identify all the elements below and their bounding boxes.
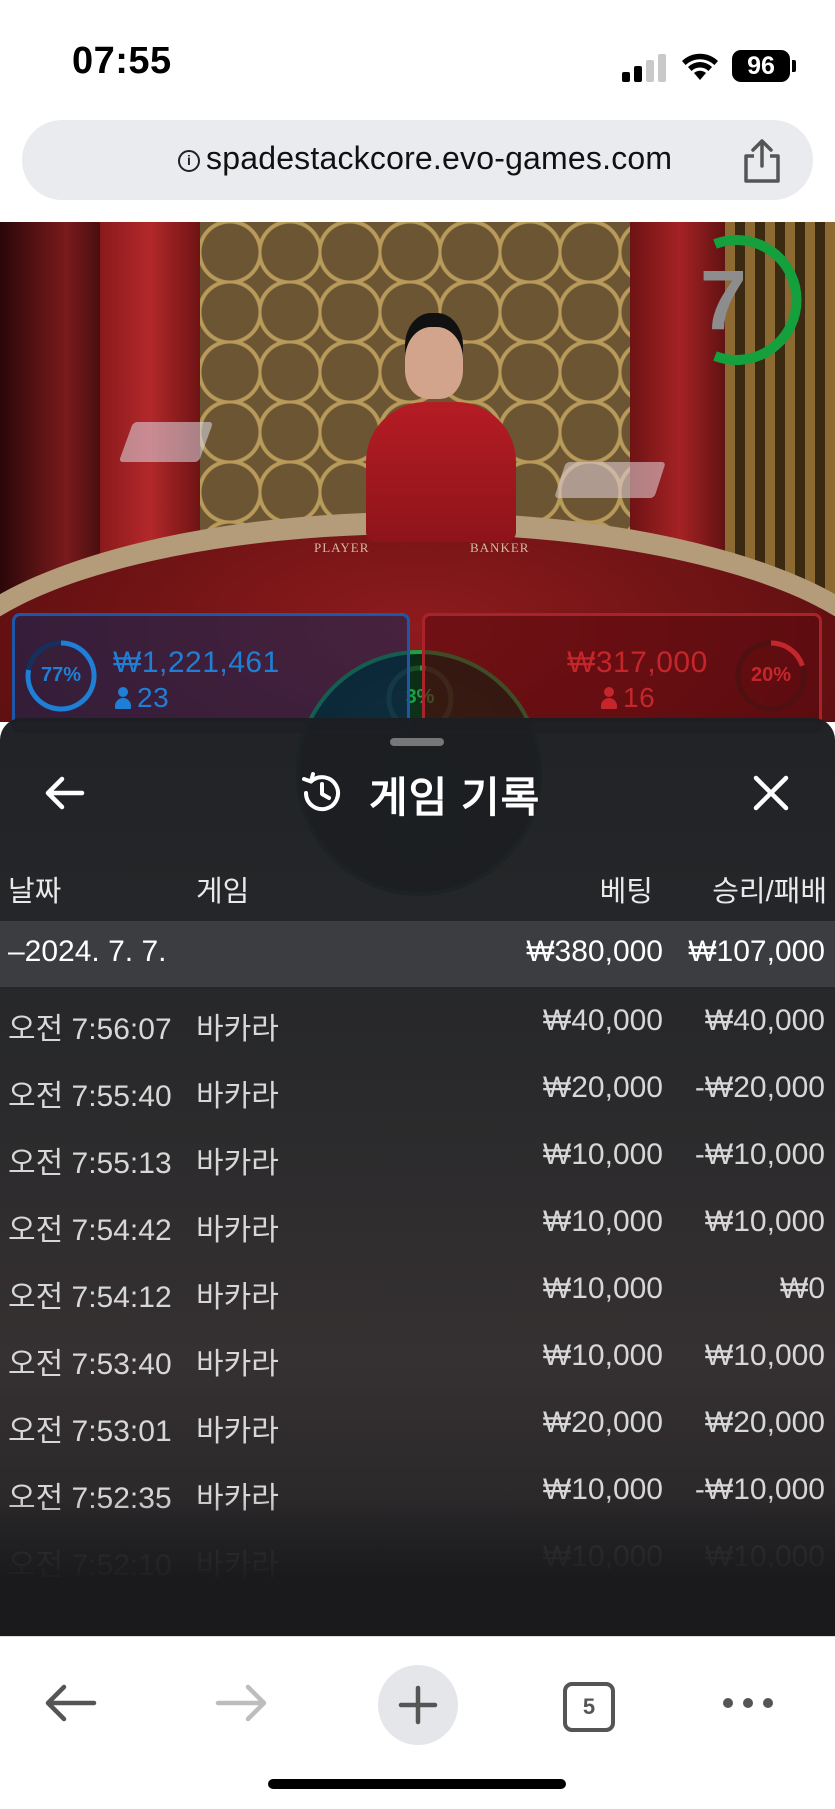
player-count-value: 23 xyxy=(137,682,170,713)
row-bet: ₩10,000 xyxy=(542,1138,663,1171)
row-bet: ₩10,000 xyxy=(542,1540,663,1573)
column-header-game: 게임 xyxy=(196,876,250,908)
bet-spot-banker[interactable]: 20% ₩317,000 16 xyxy=(422,613,822,733)
row-bet: ₩10,000 xyxy=(542,1272,663,1305)
row-winloss: ₩0 xyxy=(780,1272,825,1305)
row-winloss: ₩10,000 xyxy=(704,1205,825,1238)
address-bar[interactable]: i spadestackcore.evo-games.com xyxy=(22,120,813,200)
back-arrow-icon[interactable] xyxy=(40,768,90,818)
column-header-date: 날짜 xyxy=(8,876,62,908)
table-row[interactable]: 오전 7:54:42 바카라 ₩10,000 ₩10,000 xyxy=(0,1193,835,1259)
row-time: 오전 7:52:35 xyxy=(8,1482,172,1515)
row-time: 오전 7:54:42 xyxy=(8,1214,172,1247)
row-bet: ₩10,000 xyxy=(542,1473,663,1506)
row-game: 바카라 xyxy=(196,1549,279,1582)
banker-bettor-count: 16 xyxy=(601,682,655,714)
column-header-bet: 베팅 xyxy=(599,876,653,908)
row-time: 오전 7:55:40 xyxy=(8,1080,172,1113)
row-time: 오전 7:53:01 xyxy=(8,1415,172,1448)
table-row[interactable]: 오전 7:54:12 바카라 ₩10,000 ₩0 xyxy=(0,1260,835,1326)
player-total-amount: ₩1,221,461 xyxy=(113,646,280,679)
row-winloss: ₩20,000 xyxy=(704,1406,825,1439)
history-icon xyxy=(302,772,340,812)
date-group-bet-total: ₩380,000 xyxy=(526,935,663,968)
game-history-sheet: 게임 기록 날짜 게임 베팅 승리/패배 –2024. 7. 7. ₩380,0… xyxy=(0,718,835,1636)
row-time: 오전 7:56:07 xyxy=(8,1013,172,1046)
row-game: 바카라 xyxy=(196,1214,279,1247)
wifi-icon xyxy=(682,53,718,80)
cellular-signal-icon xyxy=(622,54,668,82)
info-icon[interactable]: i xyxy=(178,150,200,172)
row-time: 오전 7:52:10 xyxy=(8,1549,172,1582)
row-time: 오전 7:53:40 xyxy=(8,1348,172,1381)
sheet-title: 게임 기록 xyxy=(369,774,541,821)
dealer-head xyxy=(405,327,463,399)
row-bet: ₩20,000 xyxy=(542,1071,663,1104)
back-arrow-icon[interactable] xyxy=(42,1681,98,1725)
table-row[interactable]: 오전 7:53:01 바카라 ₩20,000 ₩20,000 xyxy=(0,1394,835,1460)
row-game: 바카라 xyxy=(196,1415,279,1448)
row-bet: ₩10,000 xyxy=(542,1339,663,1372)
plus-icon xyxy=(398,1685,438,1725)
url-text[interactable]: spadestackcore.evo-games.com xyxy=(206,140,672,177)
date-group-winloss-total: ₩107,000 xyxy=(688,935,825,968)
row-game: 바카라 xyxy=(196,1281,279,1314)
more-options-icon[interactable] xyxy=(720,1693,776,1713)
row-winloss: ₩40,000 xyxy=(704,1004,825,1037)
row-winloss: -₩10,000 xyxy=(694,1138,825,1171)
table-row[interactable]: 오전 7:55:13 바카라 ₩10,000 -₩10,000 xyxy=(0,1126,835,1192)
row-winloss: ₩10,000 xyxy=(704,1339,825,1372)
row-game: 바카라 xyxy=(196,1147,279,1180)
table-label-player: PLAYER xyxy=(314,540,370,555)
person-icon xyxy=(115,687,131,709)
table-row[interactable]: 오전 7:55:40 바카라 ₩20,000 -₩20,000 xyxy=(0,1059,835,1125)
close-icon[interactable] xyxy=(746,768,796,818)
card-shoe xyxy=(118,422,214,462)
row-game: 바카라 xyxy=(196,1482,279,1515)
share-icon[interactable] xyxy=(740,138,784,184)
date-group-label: –2024. 7. 7. xyxy=(8,935,167,968)
row-bet: ₩10,000 xyxy=(542,1205,663,1238)
banker-count-value: 16 xyxy=(623,682,656,713)
new-tab-button[interactable] xyxy=(378,1665,458,1745)
table-row[interactable]: 오전 7:56:07 바카라 ₩40,000 ₩40,000 xyxy=(0,992,835,1058)
person-icon xyxy=(601,687,617,709)
banker-percent: 20% xyxy=(750,664,792,686)
sheet-drag-handle[interactable] xyxy=(390,738,444,746)
table-row[interactable]: 오전 7:52:10 바카라 ₩10,000 ₩10,000 xyxy=(0,1528,835,1594)
row-game: 바카라 xyxy=(196,1348,279,1381)
date-group-row[interactable]: –2024. 7. 7. ₩380,000 ₩107,000 xyxy=(0,921,835,987)
row-time: 오전 7:54:12 xyxy=(8,1281,172,1314)
row-game: 바카라 xyxy=(196,1080,279,1113)
row-winloss: -₩10,000 xyxy=(694,1473,825,1506)
row-winloss: ₩10,000 xyxy=(704,1540,825,1573)
countdown-timer: 7 xyxy=(700,253,747,347)
home-indicator[interactable] xyxy=(268,1779,566,1789)
column-header-winloss: 승리/패배 xyxy=(712,876,827,908)
row-bet: ₩40,000 xyxy=(542,1004,663,1037)
player-bettor-count: 23 xyxy=(115,682,169,714)
row-winloss: -₩20,000 xyxy=(694,1071,825,1104)
battery-tip xyxy=(792,60,796,72)
forward-arrow-icon[interactable] xyxy=(214,1681,270,1725)
row-time: 오전 7:55:13 xyxy=(8,1147,172,1180)
battery-level: 96 xyxy=(732,50,790,82)
row-game: 바카라 xyxy=(196,1013,279,1046)
dealer xyxy=(366,402,516,542)
tab-switcher-button[interactable]: 5 xyxy=(563,1682,615,1732)
card-shoe xyxy=(554,462,666,498)
browser-toolbar: 5 xyxy=(0,1636,835,1809)
player-percent: 77% xyxy=(40,664,82,686)
banker-total-amount: ₩317,000 xyxy=(567,646,708,679)
status-time: 07:55 xyxy=(72,40,172,82)
table-row[interactable]: 오전 7:52:35 바카라 ₩10,000 -₩10,000 xyxy=(0,1461,835,1527)
table-label-banker: BANKER xyxy=(470,540,530,555)
table-row[interactable]: 오전 7:53:40 바카라 ₩10,000 ₩10,000 xyxy=(0,1327,835,1393)
bet-spot-player[interactable]: 77% ₩1,221,461 23 xyxy=(12,613,410,733)
pillar xyxy=(100,222,200,582)
status-bar: 07:55 96 xyxy=(0,0,835,120)
row-bet: ₩20,000 xyxy=(542,1406,663,1439)
